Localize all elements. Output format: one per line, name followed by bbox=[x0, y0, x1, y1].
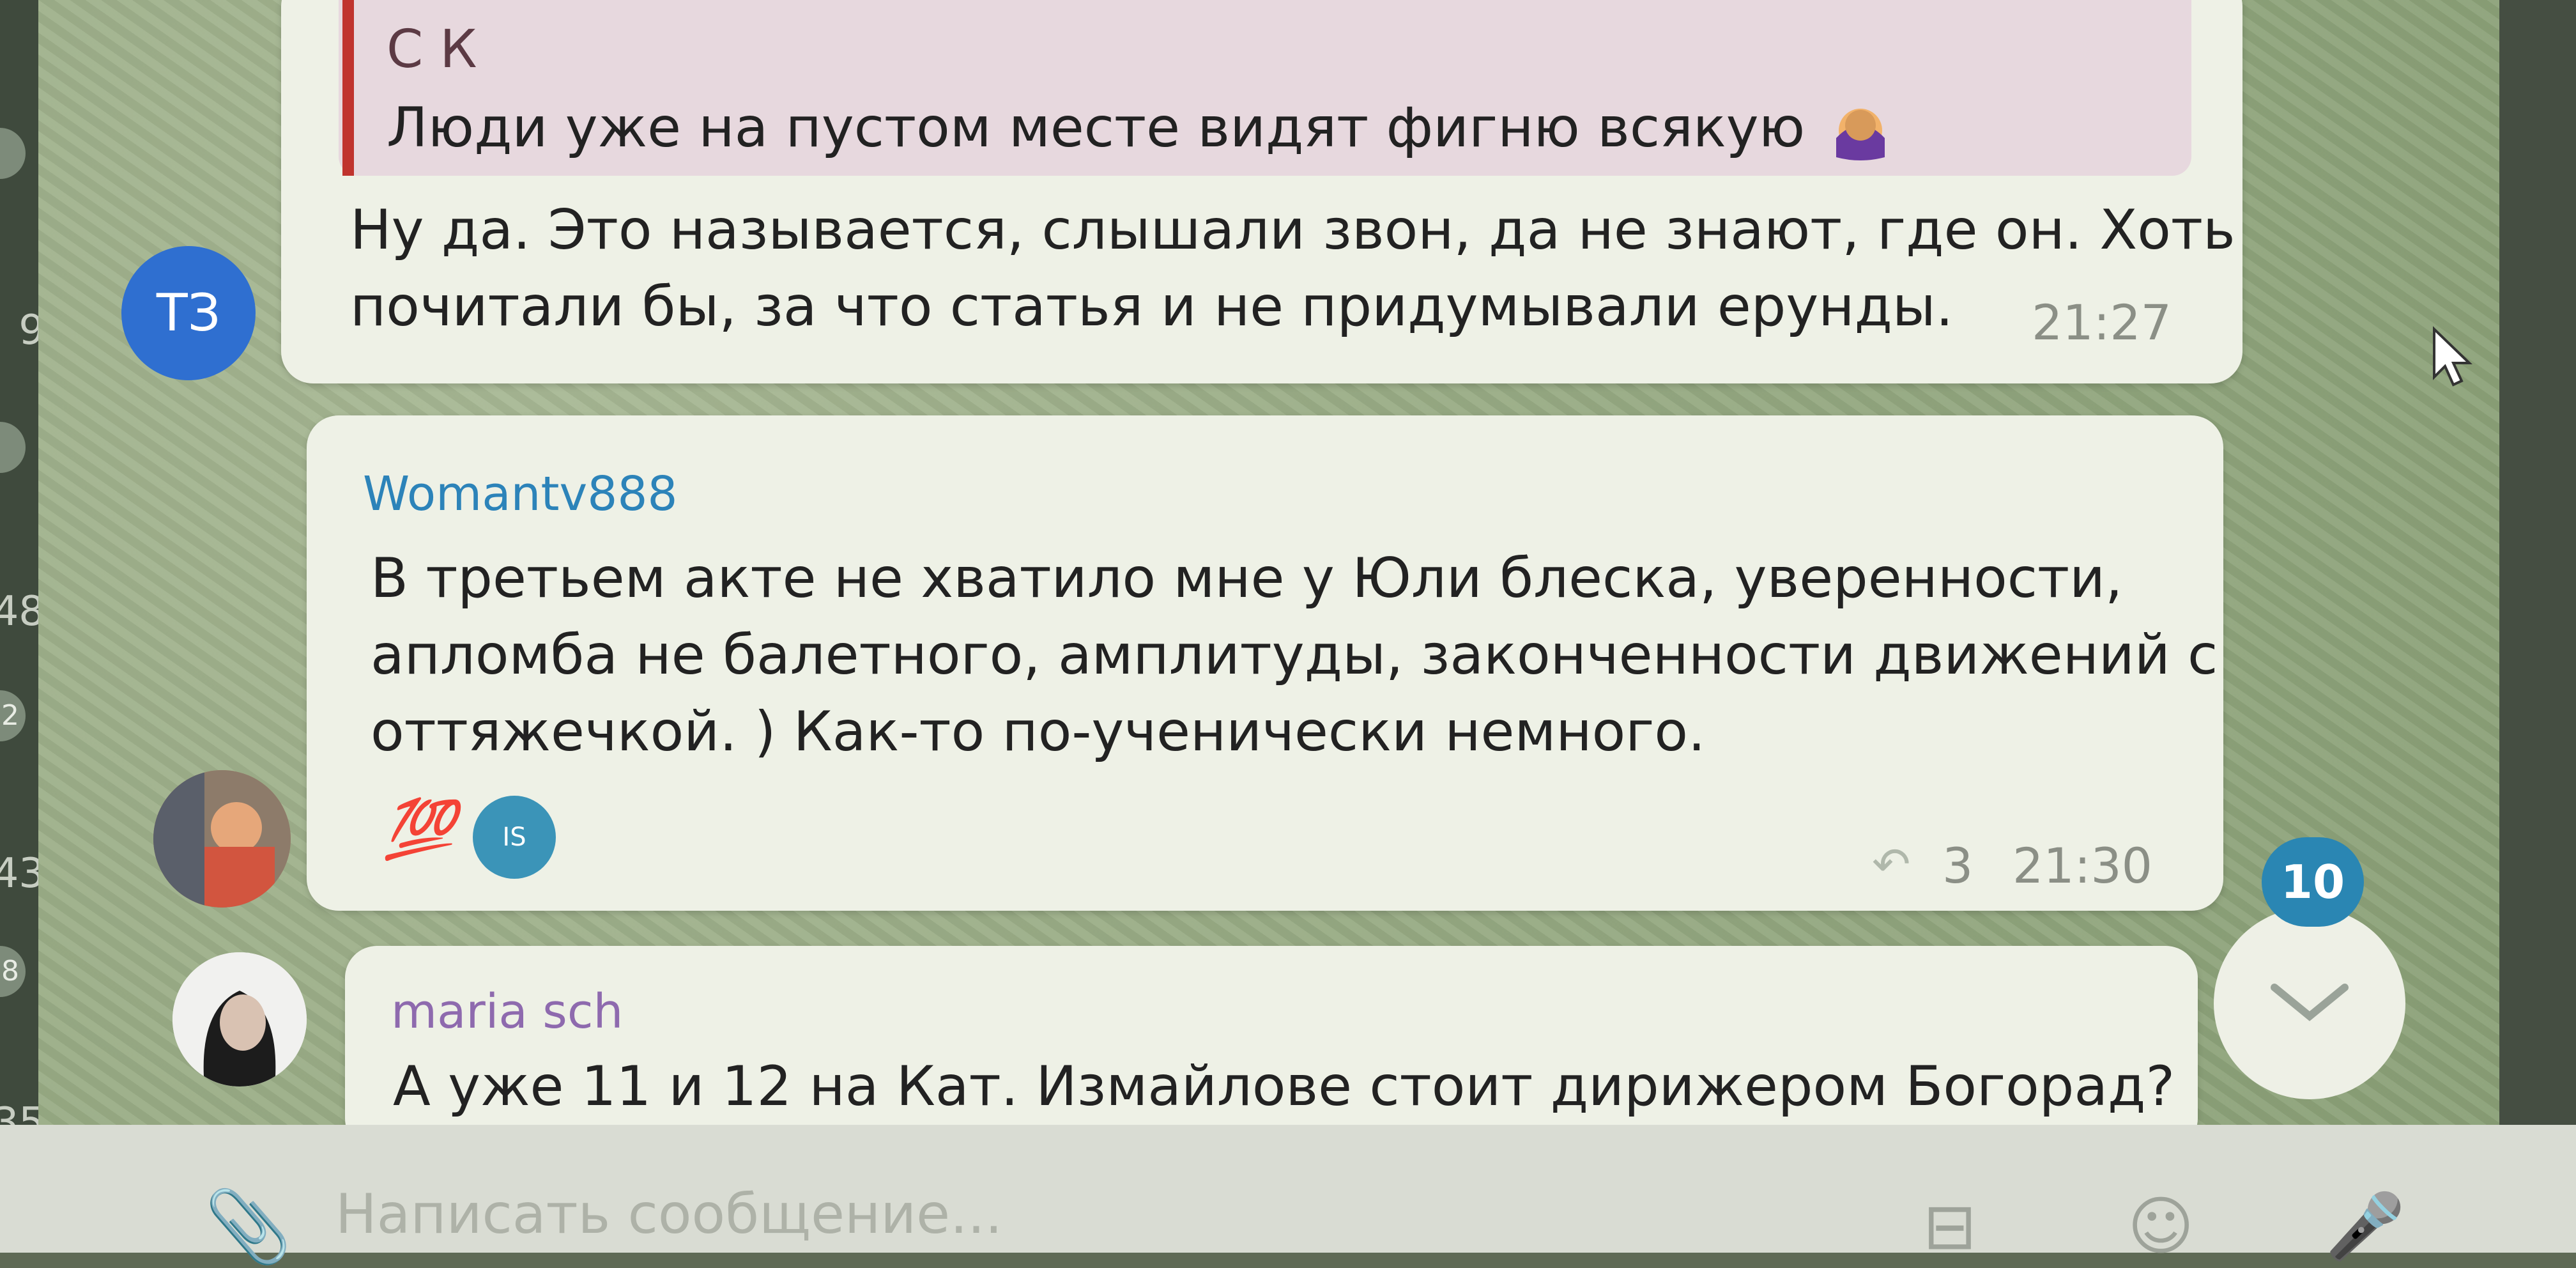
chat-avatar[interactable] bbox=[0, 128, 26, 179]
unread-count-badge[interactable]: 10 bbox=[2262, 837, 2364, 927]
chevron-down-icon bbox=[2271, 984, 2349, 1021]
microphone-icon[interactable]: 🎤 bbox=[2326, 1189, 2405, 1264]
window-edge bbox=[2499, 0, 2576, 1253]
message-text: Ну да. Это называется, слышали звон, да … bbox=[350, 192, 2235, 345]
sender-name[interactable]: maria sch bbox=[391, 984, 623, 1039]
message-time: 21:27 bbox=[2032, 294, 2172, 351]
attach-paperclip-icon[interactable]: 📎 bbox=[204, 1186, 292, 1268]
reply-quote-bar bbox=[342, 0, 354, 176]
avatar-photo-icon bbox=[172, 952, 307, 1086]
chat-avatar[interactable] bbox=[0, 422, 26, 473]
reply-text: Люди уже на пустом месте видят фигню вся… bbox=[387, 96, 1899, 164]
replies-count[interactable]: 3 bbox=[1942, 837, 1973, 894]
sender-name[interactable]: Womantv888 bbox=[363, 467, 678, 522]
avatar[interactable]: ТЗ bbox=[121, 246, 256, 380]
reply-sender: С К bbox=[387, 19, 477, 80]
reactor-avatar[interactable]: IS bbox=[473, 796, 556, 879]
person-facepalm-emoji-icon bbox=[1822, 100, 1899, 164]
message-line: почитали бы, за что статья и не придумыв… bbox=[350, 275, 1954, 339]
chat-unread-badge[interactable]: 78 bbox=[0, 946, 26, 997]
message-line: Ну да. Это называется, слышали звон, да … bbox=[350, 198, 2235, 262]
message-line: А уже 11 и 12 на Кат. Измайлове стоит ди… bbox=[393, 1055, 2175, 1118]
message-line: В третьем акте не хватило мне у Юли блес… bbox=[371, 546, 2123, 610]
reply-text-content: Люди уже на пустом месте видят фигню вся… bbox=[387, 96, 1805, 160]
message-text: В третьем акте не хватило мне у Юли блес… bbox=[371, 540, 2218, 770]
avatar[interactable] bbox=[172, 952, 307, 1086]
avatar[interactable] bbox=[153, 770, 291, 908]
chat-unread-badge[interactable]: 2 bbox=[0, 690, 26, 741]
commands-icon[interactable]: ⊟ bbox=[1923, 1189, 1977, 1264]
message-time: 21:30 bbox=[2012, 837, 2153, 894]
scroll-down-button[interactable] bbox=[2214, 908, 2405, 1099]
avatar-photo-icon bbox=[153, 770, 291, 908]
emoji-icon[interactable]: ☺ bbox=[2128, 1189, 2194, 1264]
hundred-points-reaction-icon[interactable]: 💯 bbox=[383, 796, 455, 863]
message-line: апломба не балетного, амплитуды, законче… bbox=[371, 623, 2218, 687]
message-line: оттяжечкой. ) Как-то по-ученически немно… bbox=[371, 700, 1706, 764]
reply-arrow-icon[interactable]: ↶ bbox=[1872, 837, 1910, 891]
message-text: А уже 11 и 12 на Кат. Измайлове стоит ди… bbox=[393, 1048, 2175, 1125]
message-input[interactable]: Написать сообщение... bbox=[335, 1182, 1002, 1246]
avatar-initials: ТЗ bbox=[156, 283, 221, 343]
mouse-cursor-icon bbox=[2431, 326, 2476, 392]
